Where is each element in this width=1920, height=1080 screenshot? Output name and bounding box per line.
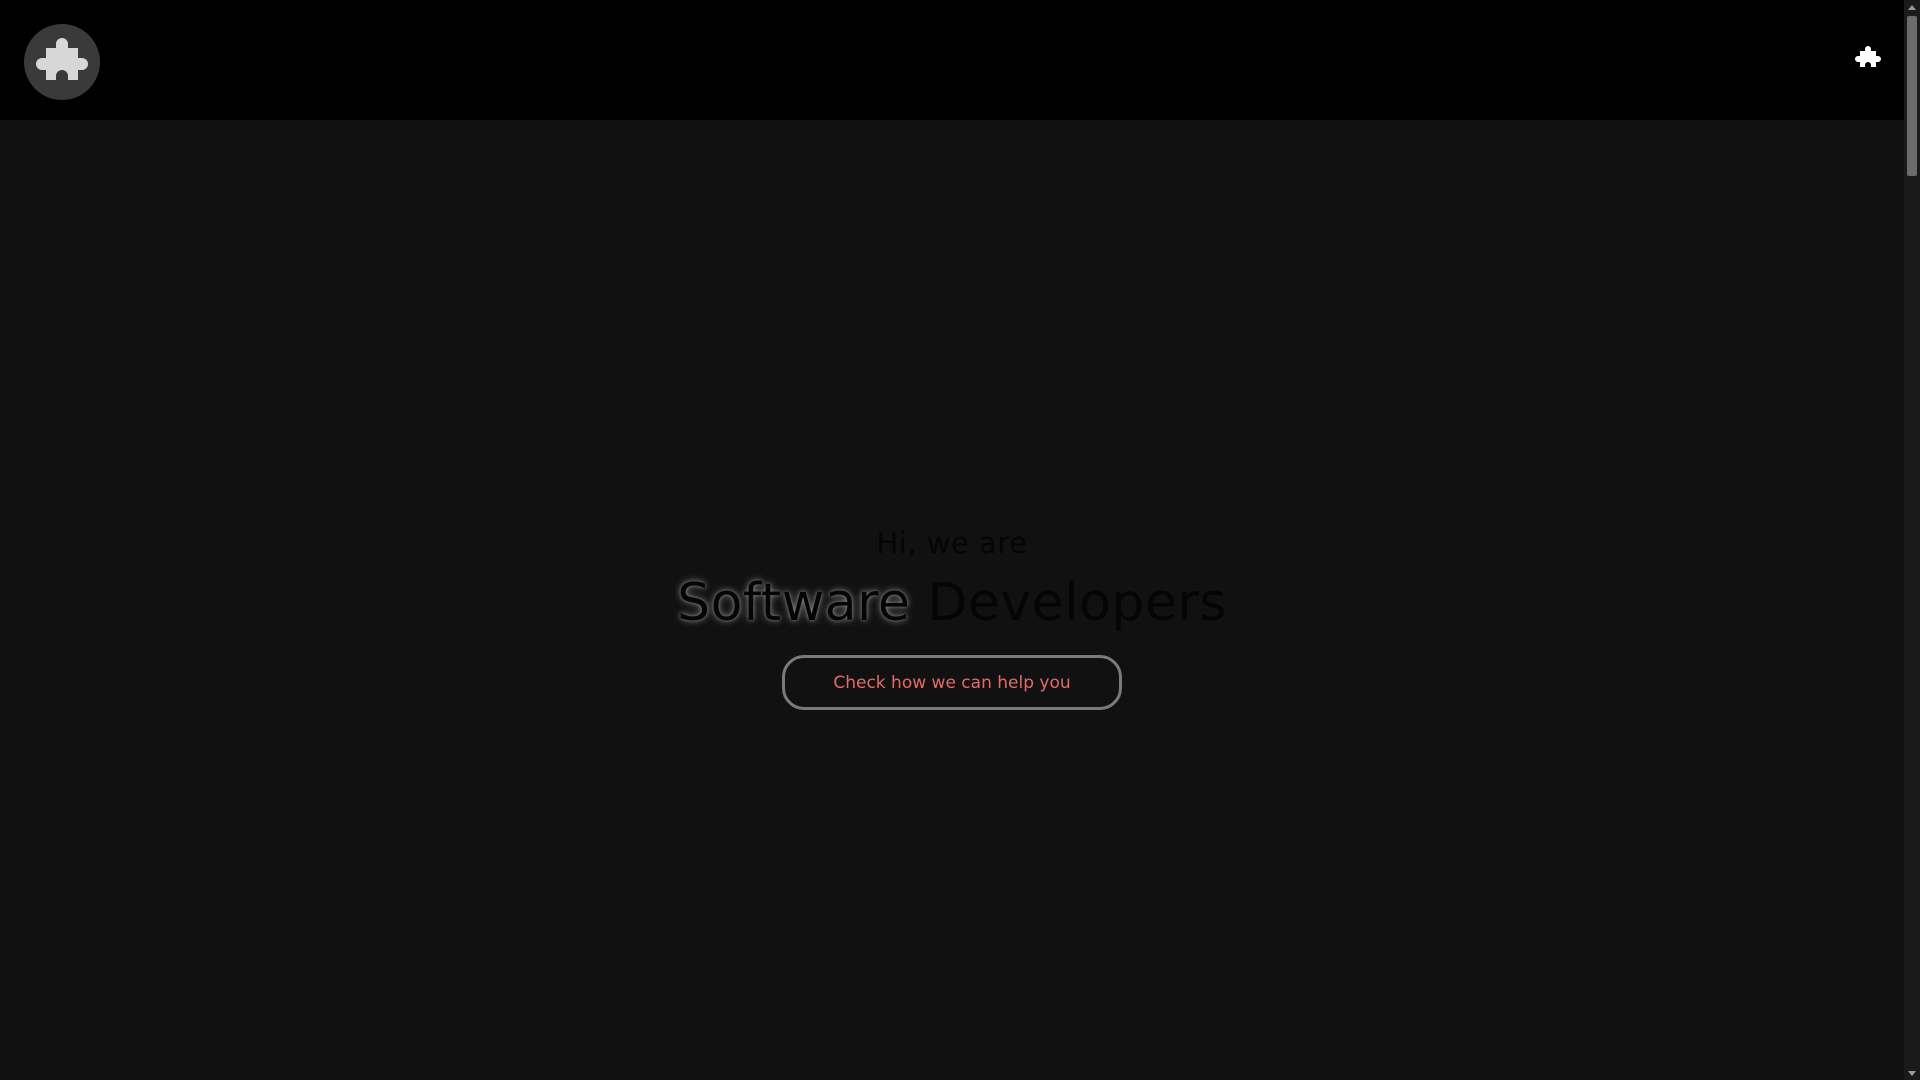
vertical-scrollbar[interactable] [1904, 0, 1920, 1080]
menu-button[interactable] [1852, 42, 1884, 74]
hero-title-software: Software [677, 573, 911, 633]
puzzle-piece-icon [36, 38, 88, 80]
scrollbar-thumb[interactable] [1907, 16, 1917, 176]
hero-title: Software Developers [0, 572, 1904, 634]
top-navigation-bar [0, 0, 1904, 120]
hero-title-developers: Developers [927, 573, 1227, 633]
page: Hi, we are Software Developers Check how… [0, 0, 1920, 1080]
hero-greeting: Hi, we are [876, 526, 1028, 560]
scroll-down-arrow-icon[interactable] [1904, 1066, 1920, 1080]
logo-button[interactable] [24, 24, 100, 100]
check-how-we-can-help-button[interactable]: Check how we can help you [782, 655, 1122, 710]
scroll-up-arrow-icon[interactable] [1904, 0, 1920, 14]
puzzle-piece-icon [1855, 46, 1881, 67]
hero-section: Hi, we are Software Developers Check how… [0, 120, 1904, 1080]
